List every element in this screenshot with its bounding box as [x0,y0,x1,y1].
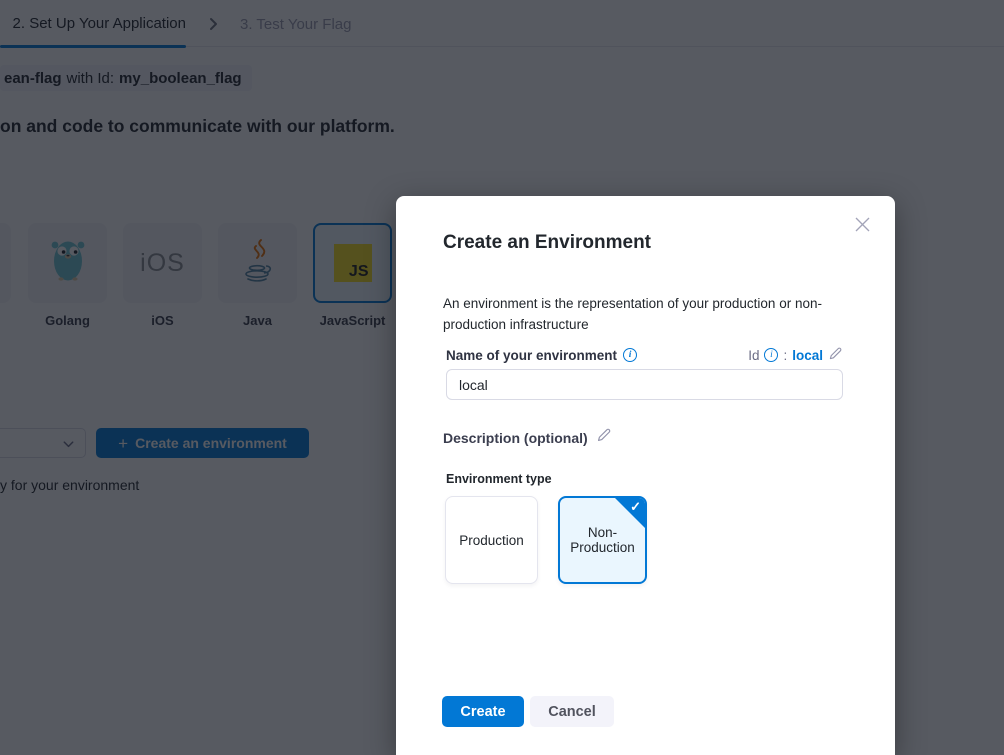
cancel-button[interactable]: Cancel [530,696,614,727]
id-info-icon[interactable]: i [764,348,778,362]
nonproduction-card-label: Non-Production [560,525,645,555]
environment-type-production-card[interactable]: Production [445,496,538,584]
create-environment-modal: Create an Environment An environment is … [396,196,895,755]
environment-type-nonproduction-card[interactable]: ✓ Non-Production [558,496,647,584]
environment-type-label: Environment type [446,472,552,486]
environment-name-label-text: Name of your environment [446,348,617,363]
edit-description-pencil-icon[interactable] [596,427,612,448]
environment-name-input[interactable] [446,369,843,400]
modal-description: An environment is the representation of … [443,293,845,335]
close-icon[interactable] [853,215,871,233]
environment-name-label: Name of your environment i [446,348,637,363]
create-button[interactable]: Create [442,696,524,727]
id-label: Id [748,348,759,363]
description-label-row: Description (optional) [443,427,612,448]
check-icon: ✓ [630,499,641,515]
info-icon[interactable]: i [623,348,637,362]
environment-id-block: Id i : local [748,346,843,364]
edit-id-pencil-icon[interactable] [828,346,843,364]
id-separator: : [783,348,787,363]
description-optional-label: Description (optional) [443,430,588,446]
name-and-id-row: Name of your environment i Id i : local [446,346,843,364]
production-card-label: Production [459,533,524,548]
id-value: local [792,348,823,363]
modal-title: Create an Environment [443,232,651,254]
